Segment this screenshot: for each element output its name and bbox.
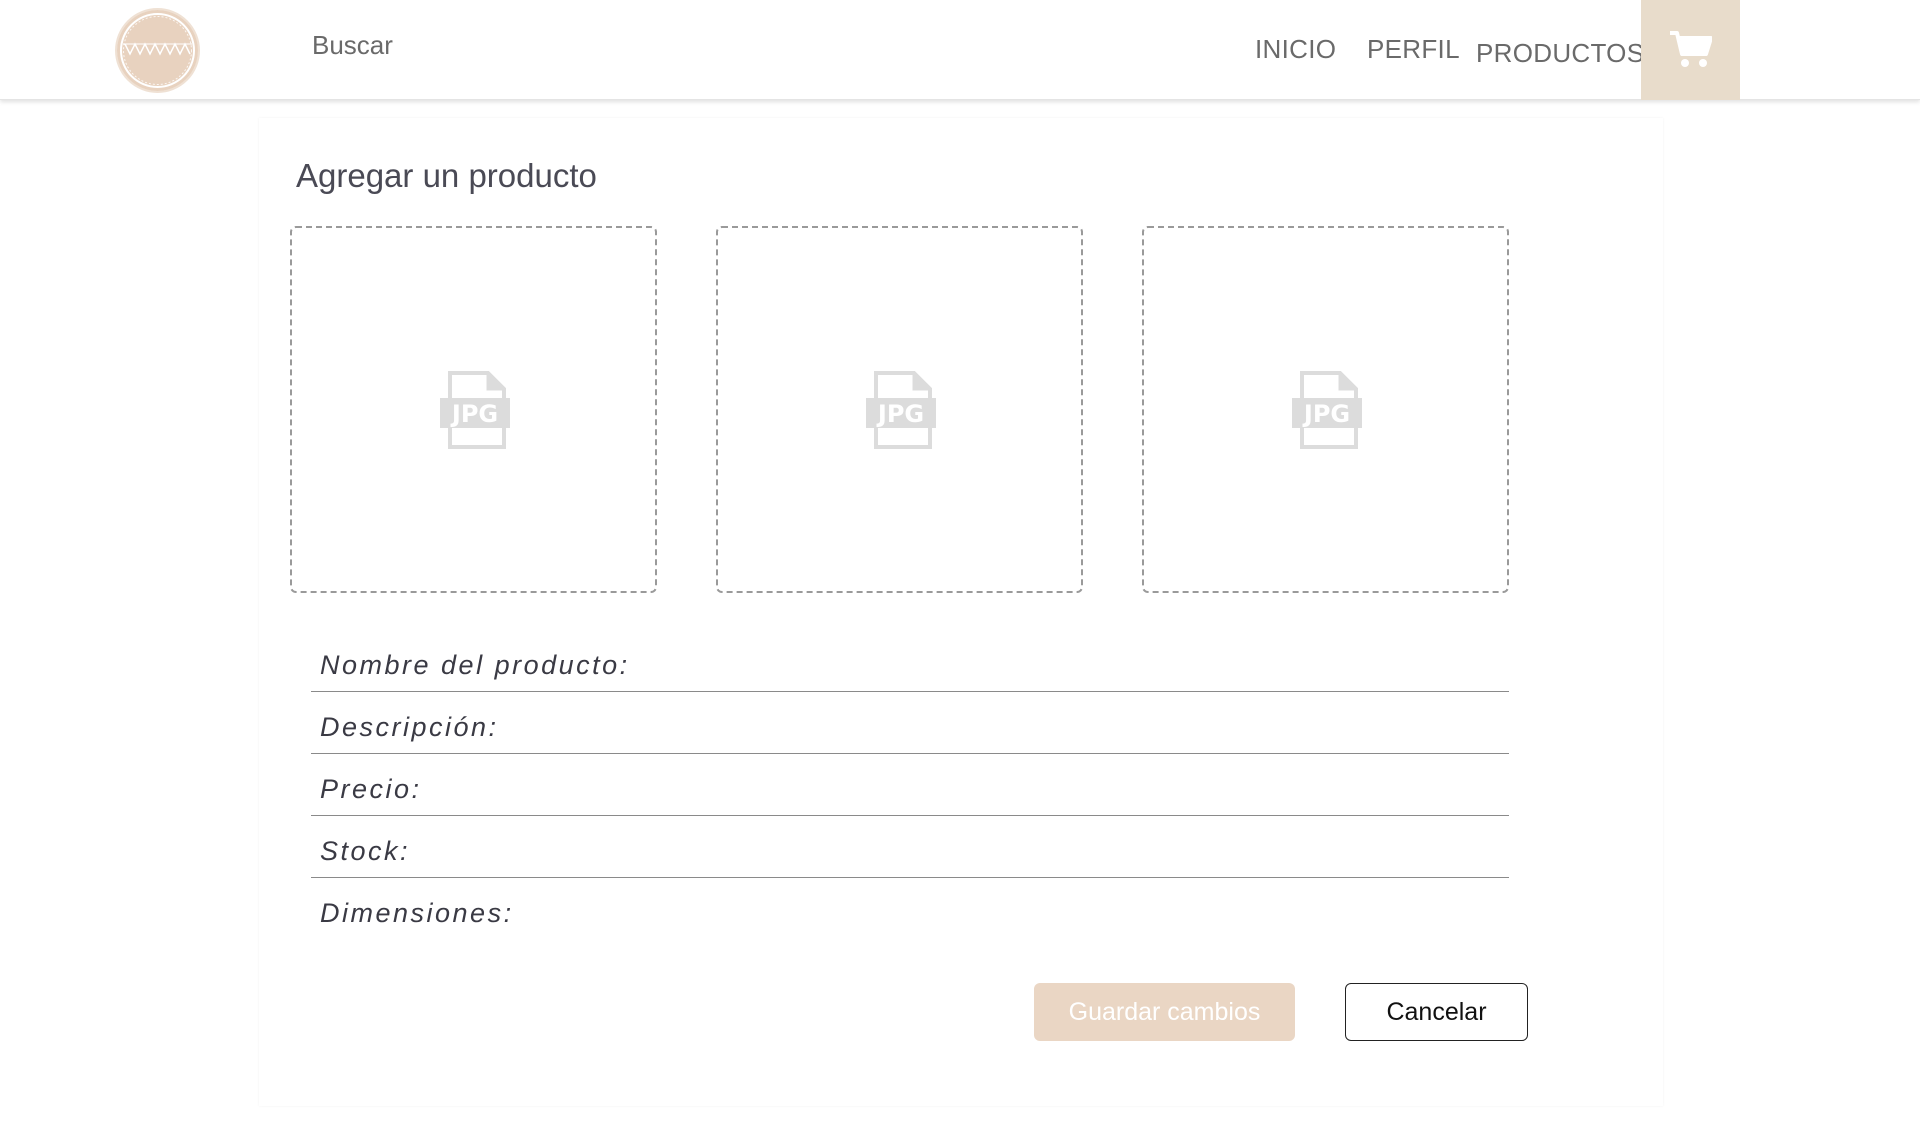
description-field: Descripción:: [311, 702, 1509, 754]
price-input[interactable]: [641, 770, 1491, 810]
top-navbar: Buscar INICIO PERFIL PRODUCTOS: [0, 0, 1920, 100]
dimensions-input[interactable]: [641, 894, 1491, 934]
price-field: Precio:: [311, 764, 1509, 816]
svg-text:JPG: JPG: [1302, 400, 1350, 428]
bunting-logo-icon: [123, 16, 192, 85]
nav-productos[interactable]: PRODUCTOS: [1476, 38, 1644, 69]
image-upload-slot-2[interactable]: JPG: [716, 226, 1083, 593]
description-input[interactable]: [641, 708, 1491, 748]
stock-label: Stock:: [320, 836, 411, 866]
stock-input[interactable]: [641, 832, 1491, 872]
jpg-file-icon: JPG: [1292, 371, 1362, 449]
product-name-field: Nombre del producto:: [311, 640, 1509, 692]
price-label: Precio:: [320, 774, 422, 804]
save-changes-button[interactable]: Guardar cambios: [1034, 983, 1295, 1041]
dimensions-label: Dimensiones:: [320, 898, 514, 928]
dimensions-field: Dimensiones:: [311, 888, 1509, 940]
brand-logo[interactable]: [115, 8, 200, 93]
nav-perfil[interactable]: PERFIL: [1367, 34, 1460, 65]
stock-field: Stock:: [311, 826, 1509, 878]
nav-inicio[interactable]: INICIO: [1255, 34, 1336, 65]
cart-button[interactable]: [1641, 0, 1740, 100]
jpg-file-icon: JPG: [440, 371, 510, 449]
jpg-file-icon: JPG: [866, 371, 936, 449]
image-upload-slot-1[interactable]: JPG: [290, 226, 657, 593]
cancel-button[interactable]: Cancelar: [1345, 983, 1528, 1041]
description-label: Descripción:: [320, 712, 499, 742]
svg-text:JPG: JPG: [876, 400, 924, 428]
page-title: Agregar un producto: [296, 157, 597, 194]
search-link[interactable]: Buscar: [312, 30, 393, 61]
product-name-label: Nombre del producto:: [320, 650, 630, 680]
cart-icon: [1670, 31, 1712, 67]
svg-text:JPG: JPG: [450, 400, 498, 428]
image-upload-slot-3[interactable]: JPG: [1142, 226, 1509, 593]
product-name-input[interactable]: [641, 646, 1491, 686]
